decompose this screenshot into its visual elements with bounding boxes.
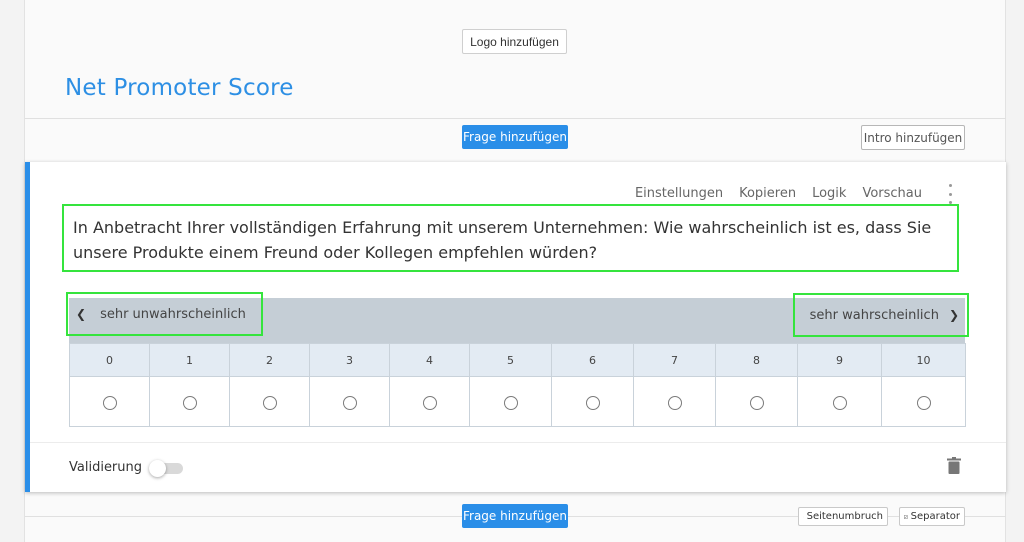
radio-0[interactable] xyxy=(102,395,117,410)
add-question-button[interactable]: Frage hinzufügen xyxy=(462,125,568,149)
toolbar-divider xyxy=(25,118,1006,119)
page-break-label: Seitenumbruch xyxy=(806,511,883,522)
scale-value-0: 0 xyxy=(69,343,150,377)
radio-2[interactable] xyxy=(262,395,277,410)
separator-button[interactable]: Separator xyxy=(899,507,965,526)
more-options-icon[interactable] xyxy=(945,184,955,204)
scale-value-8: 8 xyxy=(715,343,798,377)
scale-value-2: 2 xyxy=(229,343,310,377)
question-actions: Einstellungen Kopieren Logik Vorschau xyxy=(635,186,922,201)
question-card: Einstellungen Kopieren Logik Vorschau In… xyxy=(25,162,1006,492)
settings-action[interactable]: Einstellungen xyxy=(635,186,723,201)
add-question-button-bottom[interactable]: Frage hinzufügen xyxy=(462,504,568,528)
scale-value-10: 10 xyxy=(881,343,966,377)
scale-radio-row xyxy=(69,376,966,427)
chevron-left-icon: ❮ xyxy=(76,307,87,321)
nps-scale-table: 0 1 2 3 4 5 6 7 8 9 10 xyxy=(69,343,966,427)
survey-title[interactable]: Net Promoter Score xyxy=(65,75,294,101)
scale-value-7: 7 xyxy=(633,343,716,377)
validation-label: Validierung xyxy=(69,460,143,475)
scale-right-text: sehr wahrscheinlich xyxy=(809,307,939,323)
radio-6[interactable] xyxy=(585,395,600,410)
radio-7[interactable] xyxy=(667,395,682,410)
scale-value-6: 6 xyxy=(551,343,634,377)
radio-10[interactable] xyxy=(916,395,931,410)
validation-toggle[interactable] xyxy=(149,460,183,477)
scale-value-5: 5 xyxy=(469,343,552,377)
trash-icon[interactable] xyxy=(947,457,961,474)
scale-value-1: 1 xyxy=(149,343,230,377)
page-break-button[interactable]: Seitenumbruch xyxy=(798,507,888,526)
question-text[interactable]: In Anbetracht Ihrer vollständigen Erfahr… xyxy=(62,204,959,272)
scale-header-row: 0 1 2 3 4 5 6 7 8 9 10 xyxy=(69,343,966,377)
copy-action[interactable]: Kopieren xyxy=(739,186,796,201)
scale-value-3: 3 xyxy=(309,343,390,377)
card-footer-divider xyxy=(30,442,1006,443)
chevron-right-icon: ❯ xyxy=(948,308,959,322)
checkbox-icon xyxy=(904,514,908,519)
radio-8[interactable] xyxy=(749,395,764,410)
preview-action[interactable]: Vorschau xyxy=(862,186,922,201)
logic-action[interactable]: Logik xyxy=(812,186,846,201)
scale-value-9: 9 xyxy=(797,343,882,377)
scale-value-4: 4 xyxy=(389,343,470,377)
radio-9[interactable] xyxy=(832,395,847,410)
scale-left-label[interactable]: ❮ sehr unwahrscheinlich xyxy=(66,292,263,336)
radio-3[interactable] xyxy=(342,395,357,410)
scale-right-label[interactable]: sehr wahrscheinlich ❯ xyxy=(793,293,969,337)
separator-label: Separator xyxy=(910,511,960,522)
page-break-icon xyxy=(803,516,804,517)
add-intro-button[interactable]: Intro hinzufügen xyxy=(861,125,965,150)
radio-1[interactable] xyxy=(182,395,197,410)
scale-left-text: sehr unwahrscheinlich xyxy=(100,306,246,322)
toggle-knob xyxy=(149,460,166,477)
radio-4[interactable] xyxy=(422,395,437,410)
radio-5[interactable] xyxy=(503,395,518,410)
add-logo-button[interactable]: Logo hinzufügen xyxy=(462,29,567,54)
